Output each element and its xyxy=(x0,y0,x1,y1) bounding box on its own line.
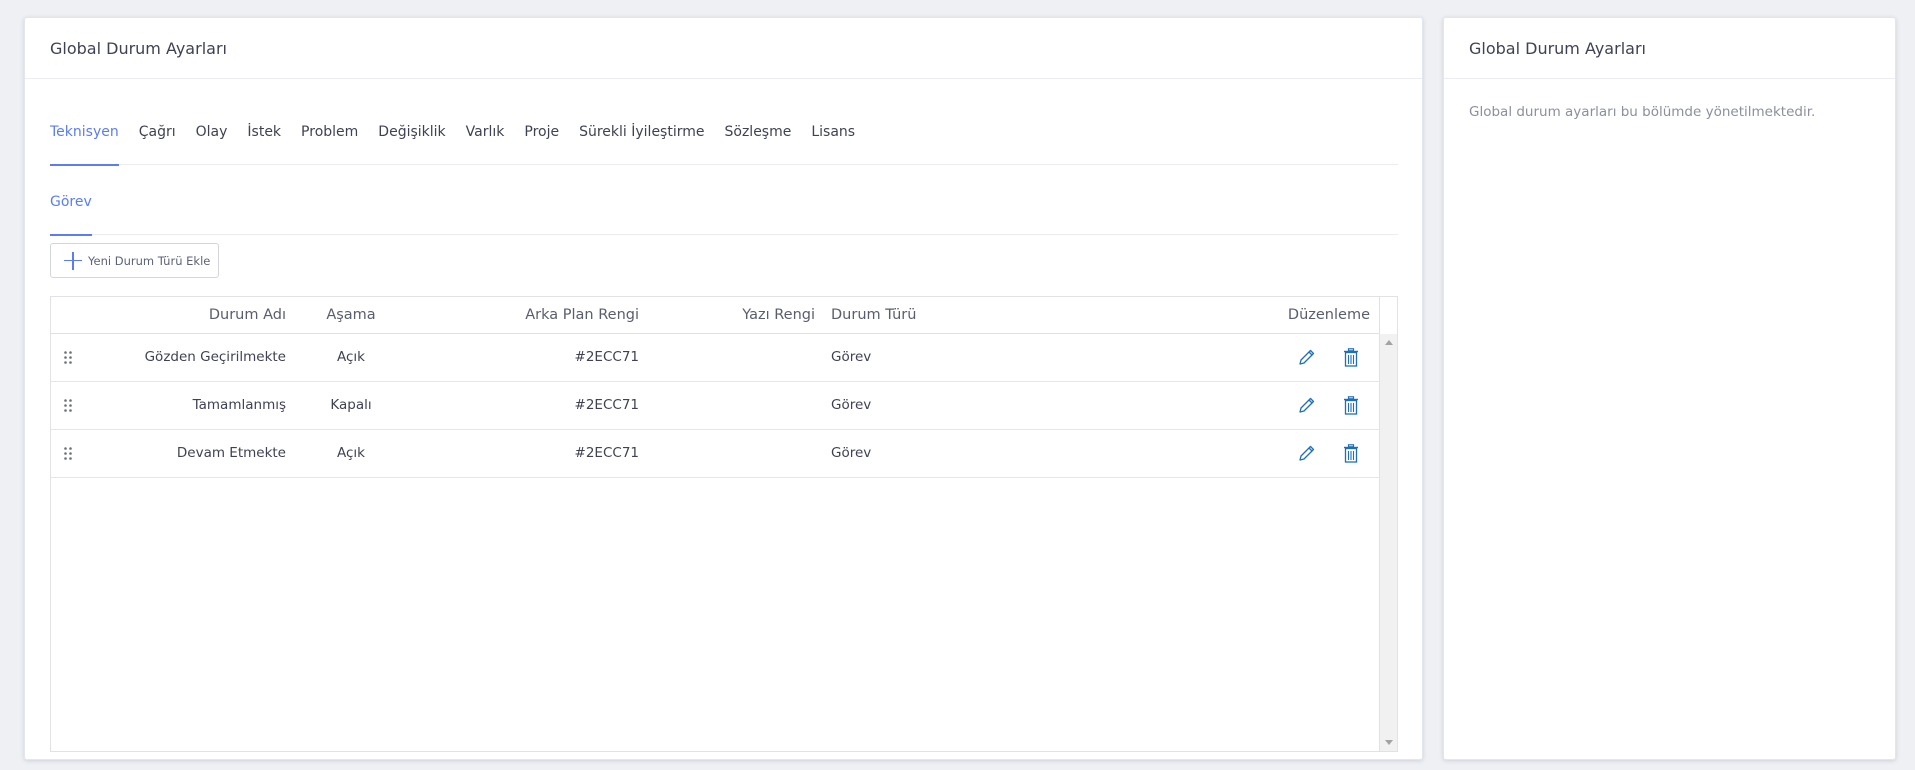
status-name: Gözden Geçirilmekte xyxy=(144,349,286,365)
status-settings-card: Global Durum Ayarları Teknisyen Çağrı Ol… xyxy=(24,17,1423,760)
info-card-title: Global Durum Ayarları xyxy=(1469,38,1646,58)
status-stage: Açık xyxy=(337,349,365,365)
tab-varlik[interactable]: Varlık xyxy=(466,117,505,165)
drag-handle-icon[interactable] xyxy=(64,351,72,364)
scroll-corner xyxy=(1379,297,1397,334)
status-name: Devam Etmekte xyxy=(176,445,286,461)
status-stage: Kapalı xyxy=(330,397,372,413)
page-title: Global Durum Ayarları xyxy=(50,38,227,58)
scroll-down-arrow-icon[interactable] xyxy=(1385,740,1393,745)
add-status-type-button[interactable]: Yeni Durum Türü Ekle xyxy=(50,243,219,278)
tab-problem[interactable]: Problem xyxy=(301,117,358,165)
info-card-header: Global Durum Ayarları xyxy=(1444,18,1895,79)
tab-lisans[interactable]: Lisans xyxy=(811,117,855,165)
table-row[interactable]: Gözden Geçirilmekte Açık #2ECC71 Görev xyxy=(51,334,1379,382)
status-stage: Açık xyxy=(337,445,365,461)
trash-icon[interactable] xyxy=(1343,444,1359,463)
status-name: Tamamlanmış xyxy=(192,397,286,413)
add-status-type-label: Yeni Durum Türü Ekle xyxy=(88,253,211,268)
status-type: Görev xyxy=(831,445,872,461)
drag-handle-icon[interactable] xyxy=(64,399,72,412)
edit-icon[interactable] xyxy=(1298,348,1316,366)
column-header-asama[interactable]: Aşama xyxy=(306,307,396,323)
edit-icon[interactable] xyxy=(1298,396,1316,414)
trash-icon[interactable] xyxy=(1343,348,1359,367)
column-header-yazi-rengi[interactable]: Yazı Rengi xyxy=(671,307,815,323)
edit-icon[interactable] xyxy=(1298,444,1316,462)
column-header-arka-plan-rengi[interactable]: Arka Plan Rengi xyxy=(451,307,639,323)
tab-proje[interactable]: Proje xyxy=(524,117,559,165)
background-color-value: #2ECC71 xyxy=(574,349,639,365)
column-header-durum-turu[interactable]: Durum Türü xyxy=(831,307,981,323)
table-row[interactable]: Tamamlanmış Kapalı #2ECC71 Görev xyxy=(51,382,1379,430)
info-card: Global Durum Ayarları Global durum ayarl… xyxy=(1443,17,1896,760)
background-color-value: #2ECC71 xyxy=(574,445,639,461)
tab-olay[interactable]: Olay xyxy=(196,117,228,165)
tab-cagri[interactable]: Çağrı xyxy=(139,117,176,165)
module-tabs: Teknisyen Çağrı Olay İstek Problem Değiş… xyxy=(50,117,1398,166)
scroll-up-arrow-icon[interactable] xyxy=(1385,340,1393,345)
tab-sozlesme[interactable]: Sözleşme xyxy=(725,117,792,165)
plus-icon xyxy=(63,251,83,271)
tab-istek[interactable]: İstek xyxy=(247,117,281,165)
background-color-value: #2ECC71 xyxy=(574,397,639,413)
info-description: Global durum ayarları bu bölümde yönetil… xyxy=(1469,104,1816,120)
subtabs: Görev xyxy=(50,187,1398,236)
status-type: Görev xyxy=(831,349,872,365)
tab-teknisyen[interactable]: Teknisyen xyxy=(50,117,119,166)
subtab-gorev[interactable]: Görev xyxy=(50,187,92,236)
tab-surekli-iyilestirme[interactable]: Sürekli İyileştirme xyxy=(579,117,704,165)
column-header-durum-adi[interactable]: Durum Adı xyxy=(111,307,286,323)
vertical-scrollbar[interactable] xyxy=(1379,334,1397,751)
drag-handle-icon[interactable] xyxy=(64,447,72,460)
trash-icon[interactable] xyxy=(1343,396,1359,415)
table-row[interactable]: Devam Etmekte Açık #2ECC71 Görev xyxy=(51,430,1379,478)
status-table: Durum Adı Aşama Arka Plan Rengi Yazı Ren… xyxy=(50,296,1398,752)
table-header: Durum Adı Aşama Arka Plan Rengi Yazı Ren… xyxy=(51,297,1380,334)
tab-degisiklik[interactable]: Değişiklik xyxy=(378,117,445,165)
card-header: Global Durum Ayarları xyxy=(25,18,1422,79)
column-header-duzenleme: Düzenleme xyxy=(1287,307,1370,323)
status-type: Görev xyxy=(831,397,872,413)
